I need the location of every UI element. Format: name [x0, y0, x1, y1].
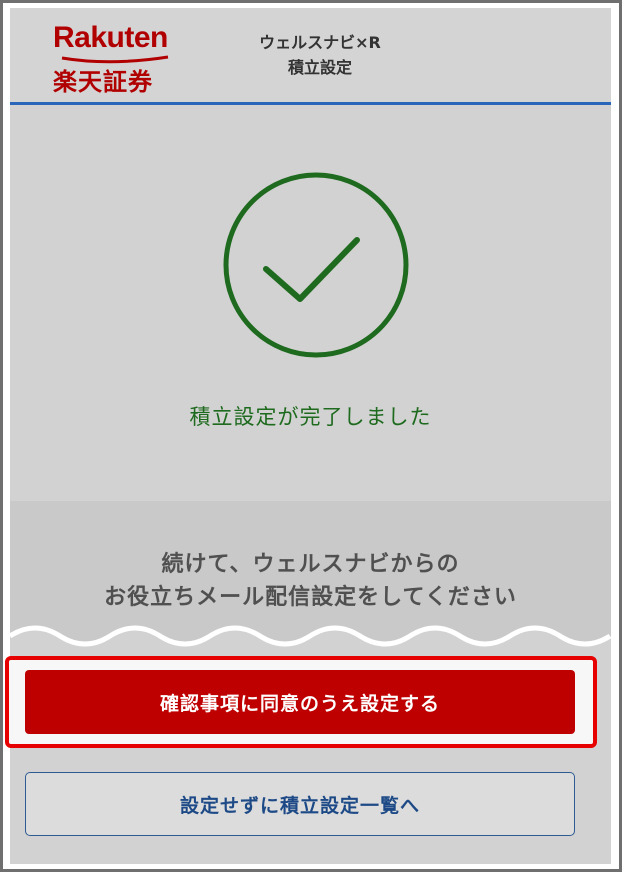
page-title-line1: ウェルスナビ×R [259, 33, 381, 52]
promo-line1: 続けて、ウェルスナビからの [161, 552, 460, 577]
header: Rakuten 楽天証券 ウェルスナビ×R 積立設定 [10, 8, 611, 103]
page-title-line2: 積立設定 [287, 58, 352, 77]
check-circle-icon [223, 172, 409, 358]
promo-line2: お役立ちメール配信設定をしてください [104, 585, 517, 610]
header-divider [10, 102, 611, 105]
wave-divider [10, 625, 611, 654]
confirm-agree-button[interactable]: 確認事項に同意のうえ設定する [25, 670, 575, 734]
success-message: 積立設定が完了しました [189, 405, 432, 429]
promo-text: 続けて、ウェルスナビからの お役立ちメール配信設定をしてください [10, 548, 611, 614]
logo-rakuten-securities: 楽天証券 [53, 68, 153, 96]
page-title: ウェルスナビ×R 積立設定 [230, 30, 410, 80]
logo-rakuten: Rakuten [53, 21, 168, 54]
skip-to-list-button[interactable]: 設定せずに積立設定一覧へ [25, 772, 575, 836]
